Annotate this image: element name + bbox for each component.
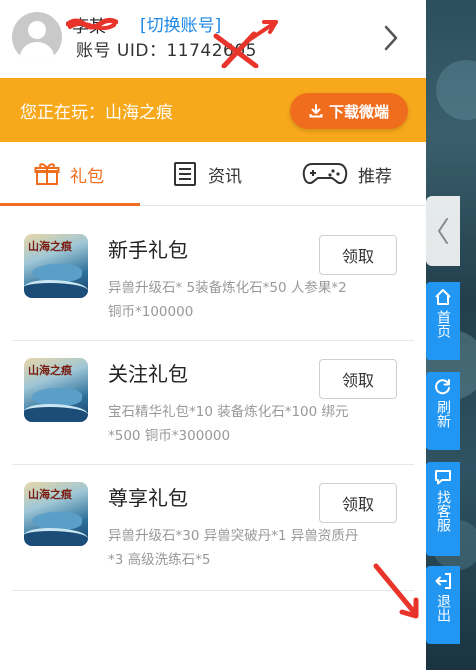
game-icon: 山海之痕: [24, 234, 88, 298]
tab-news-label: 资讯: [208, 166, 242, 187]
game-icon-logo-text: 山海之痕: [28, 364, 72, 377]
exit-icon: [435, 573, 451, 589]
uid-label: 账号 UID：: [76, 41, 167, 61]
refresh-icon: [435, 379, 450, 395]
game-icon: 山海之痕: [24, 358, 88, 422]
claim-button[interactable]: 领取: [319, 235, 397, 275]
tab-recommend-label: 推荐: [358, 166, 392, 187]
gift-card: 山海之痕 新手礼包 异兽升级石* 5装备炼化石*50 人参果*2 铜币*1000…: [0, 216, 426, 340]
gift-description: 异兽升级石*30 异兽突破丹*1 异兽资质丹*3 高级洗练石*5: [108, 528, 359, 568]
tab-news[interactable]: 资讯: [172, 142, 242, 206]
gift-card: 山海之痕 关注礼包 宝石精华礼包*10 装备炼化石*100 绑元*500 铜币*…: [0, 340, 426, 464]
game-icon: 山海之痕: [24, 482, 88, 546]
active-tab-indicator: [0, 203, 140, 206]
chevron-right-icon[interactable]: [382, 24, 400, 52]
gift-icon: [34, 163, 60, 185]
gift-title: 新手礼包: [108, 238, 188, 262]
redaction-scribble: [66, 17, 118, 30]
account-header: 李某 [切换账号] 账号 UID：11742605: [0, 0, 426, 78]
tab-gifts-label: 礼包: [70, 166, 104, 187]
side-menu-home[interactable]: 首页: [426, 282, 460, 360]
claim-button[interactable]: 领取: [319, 483, 397, 523]
side-menu-exit[interactable]: 退出: [426, 566, 460, 644]
collapse-menu-button[interactable]: [426, 196, 460, 266]
side-menu-support-label: 找客服: [435, 490, 451, 532]
chat-icon: [435, 470, 451, 485]
download-label: 下载微端: [328, 102, 389, 121]
claim-button[interactable]: 领取: [319, 359, 397, 399]
redaction-cross-icon: [213, 20, 278, 68]
annotation-arrow-icon: [373, 563, 419, 619]
tab-bar: 礼包 资讯 推荐: [0, 142, 426, 206]
gift-description: 异兽升级石* 5装备炼化石*50 人参果*2 铜币*100000: [108, 280, 347, 320]
download-icon: [309, 104, 323, 118]
sidebar-panel: 李某 [切换账号] 账号 UID：11742605 您正在玩：山海之痕 下载微端: [0, 0, 426, 670]
side-menu-refresh-label: 刷新: [435, 400, 451, 428]
side-menu-exit-label: 退出: [435, 594, 451, 622]
news-icon: [174, 162, 196, 186]
chevron-left-icon: [438, 218, 448, 244]
tab-gifts[interactable]: 礼包: [34, 142, 104, 206]
game-icon-logo-text: 山海之痕: [28, 240, 72, 253]
home-icon: [435, 289, 451, 305]
tab-recommend[interactable]: 推荐: [302, 142, 392, 206]
gift-card: 山海之痕 尊享礼包 异兽升级石*30 异兽突破丹*1 异兽资质丹*3 高级洗练石…: [0, 464, 426, 588]
gamepad-icon: [302, 163, 348, 185]
gift-title: 尊享礼包: [108, 486, 188, 510]
game-icon-logo-text: 山海之痕: [28, 488, 72, 501]
side-menu-refresh[interactable]: 刷新: [426, 372, 460, 450]
side-menu-home-label: 首页: [435, 310, 451, 338]
divider: [12, 590, 414, 591]
avatar[interactable]: [12, 12, 62, 62]
gift-title: 关注礼包: [108, 362, 188, 386]
gift-description: 宝石精华礼包*10 装备炼化石*100 绑元*500 铜币*300000: [108, 404, 349, 444]
now-playing-text: 您正在玩：山海之痕: [20, 103, 173, 123]
side-menu-support[interactable]: 找客服: [426, 462, 460, 556]
download-client-button[interactable]: 下载微端: [290, 93, 408, 129]
